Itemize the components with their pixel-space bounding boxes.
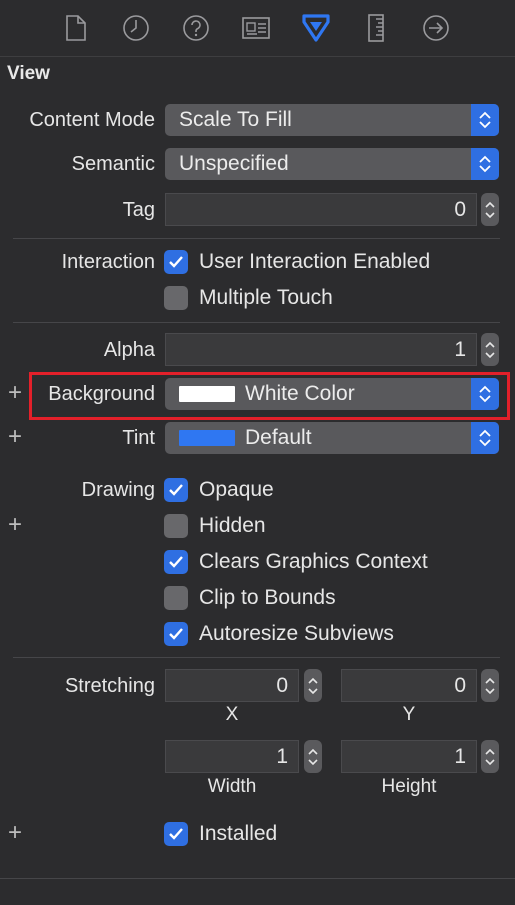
tint-color-swatch xyxy=(179,430,235,446)
background-plus-button[interactable]: + xyxy=(6,381,24,405)
stretching-width-stepper[interactable] xyxy=(304,740,322,773)
multiple-touch-label: Multiple Touch xyxy=(199,286,333,309)
drawing-label: Drawing xyxy=(81,479,155,501)
section-title: View xyxy=(7,63,50,84)
hidden-checkbox[interactable] xyxy=(164,514,188,538)
stretching-y-caption: Y xyxy=(402,704,416,725)
size-inspector-icon[interactable] xyxy=(360,12,392,44)
alpha-stepper[interactable] xyxy=(481,333,499,366)
stretching-y-field[interactable]: 0 xyxy=(341,669,477,702)
semantic-popup[interactable]: Unspecified xyxy=(165,148,499,180)
divider xyxy=(13,657,500,658)
up-down-arrows-icon xyxy=(471,422,499,454)
alpha-value: 1 xyxy=(454,337,466,361)
clip-to-bounds-label: Clip to Bounds xyxy=(199,586,336,609)
tag-value: 0 xyxy=(454,197,466,221)
content-mode-label: Content Mode xyxy=(29,109,155,131)
history-inspector-icon[interactable] xyxy=(120,12,152,44)
background-highlight-box xyxy=(29,372,510,420)
installed-checkbox[interactable] xyxy=(164,822,188,846)
tint-label: Tint xyxy=(122,427,155,449)
stretching-width-caption: Width xyxy=(207,776,257,797)
alpha-field[interactable]: 1 xyxy=(165,333,477,366)
tag-stepper[interactable] xyxy=(481,193,499,226)
attributes-inspector-icon[interactable] xyxy=(300,12,332,44)
stretching-height-stepper[interactable] xyxy=(481,740,499,773)
stretching-x-value: 0 xyxy=(276,673,288,697)
stretching-x-field[interactable]: 0 xyxy=(165,669,299,702)
semantic-value: Unspecified xyxy=(179,152,289,175)
stretching-y-stepper[interactable] xyxy=(481,669,499,702)
clip-to-bounds-checkbox[interactable] xyxy=(164,586,188,610)
installed-plus-button[interactable]: + xyxy=(6,821,24,845)
up-down-arrows-icon xyxy=(471,104,499,136)
bottom-divider xyxy=(0,878,515,879)
stretching-y-value: 0 xyxy=(454,673,466,697)
interaction-label: Interaction xyxy=(61,251,155,273)
hidden-label: Hidden xyxy=(199,514,266,537)
content-mode-popup[interactable]: Scale To Fill xyxy=(165,104,499,136)
divider xyxy=(13,322,500,323)
multiple-touch-checkbox[interactable] xyxy=(164,286,188,310)
installed-label: Installed xyxy=(199,822,278,845)
content-mode-value: Scale To Fill xyxy=(179,108,292,131)
tag-label: Tag xyxy=(122,199,155,221)
up-down-arrows-icon xyxy=(471,148,499,180)
connections-inspector-icon[interactable] xyxy=(420,12,452,44)
opaque-label: Opaque xyxy=(199,478,274,501)
tint-plus-button[interactable]: + xyxy=(6,425,24,449)
stretching-height-caption: Height xyxy=(381,776,437,797)
alpha-label: Alpha xyxy=(103,339,155,361)
tint-value: Default xyxy=(245,426,312,449)
stretching-width-field[interactable]: 1 xyxy=(165,740,299,773)
user-interaction-enabled-checkbox[interactable] xyxy=(164,250,188,274)
stretching-height-value: 1 xyxy=(454,744,466,768)
stretching-height-field[interactable]: 1 xyxy=(341,740,477,773)
tag-field[interactable]: 0 xyxy=(165,193,477,226)
file-inspector-icon[interactable] xyxy=(60,12,92,44)
user-interaction-enabled-label: User Interaction Enabled xyxy=(199,250,431,273)
stretching-label: Stretching xyxy=(64,675,155,697)
stretching-x-caption: X xyxy=(225,704,239,725)
divider xyxy=(13,238,500,239)
drawing-plus-button[interactable]: + xyxy=(6,513,24,537)
autoresize-subviews-label: Autoresize Subviews xyxy=(199,622,394,645)
stretching-width-value: 1 xyxy=(276,744,288,768)
identity-inspector-icon[interactable] xyxy=(240,12,272,44)
clears-graphics-context-checkbox[interactable] xyxy=(164,550,188,574)
semantic-label: Semantic xyxy=(71,153,155,175)
clears-graphics-context-label: Clears Graphics Context xyxy=(199,550,428,573)
opaque-checkbox[interactable] xyxy=(164,478,188,502)
autoresize-subviews-checkbox[interactable] xyxy=(164,622,188,646)
stretching-x-stepper[interactable] xyxy=(304,669,322,702)
tint-color-popup[interactable]: Default xyxy=(165,422,499,454)
inspector-toolbar xyxy=(0,0,515,57)
quick-help-icon[interactable] xyxy=(180,12,212,44)
